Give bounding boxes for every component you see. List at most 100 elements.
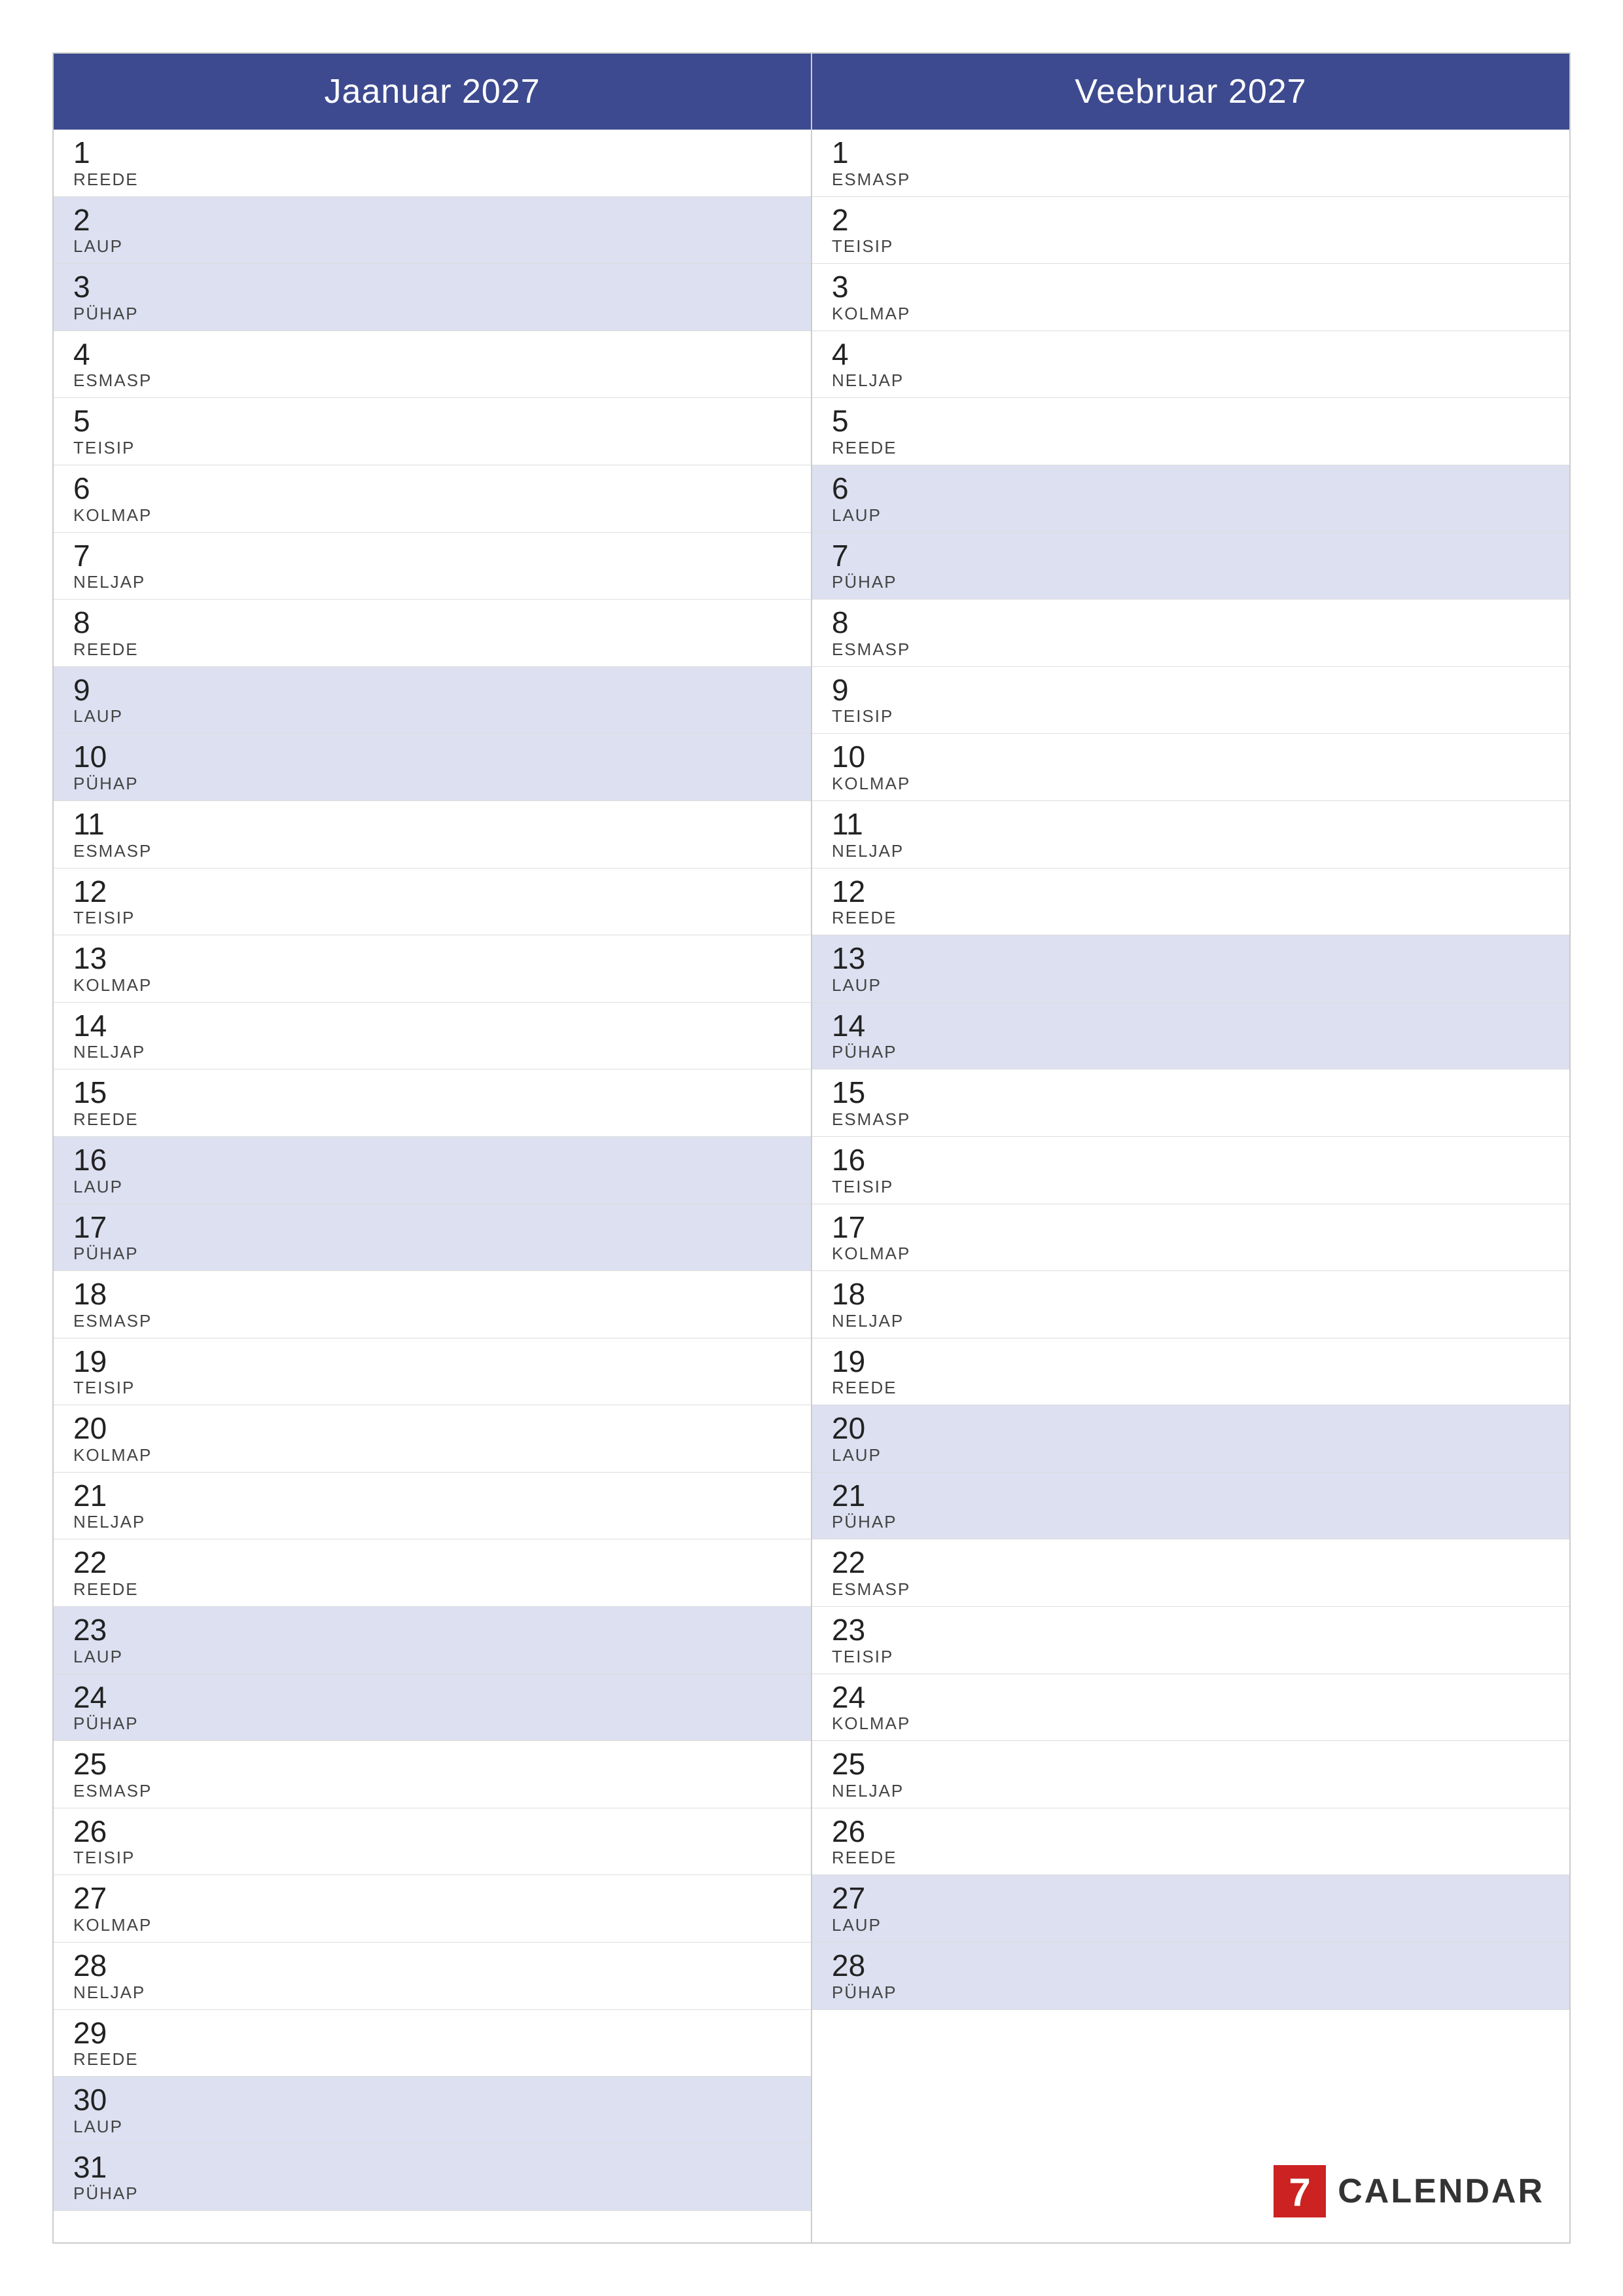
logo-text: CALENDAR — [1338, 2172, 1544, 2211]
day-name: TEISIP — [73, 438, 791, 458]
day-number: 5 — [73, 404, 791, 438]
day-name: ESMASP — [832, 1579, 1550, 1600]
day-row: 26TEISIP — [54, 1808, 811, 1876]
day-number: 3 — [73, 270, 791, 304]
days-list-1: 1REEDE2LAUP3PÜHAP4ESMASP5TEISIP6KOLMAP7N… — [54, 130, 811, 2242]
day-number: 1 — [832, 136, 1550, 170]
day-number: 31 — [73, 2151, 791, 2184]
day-row: 14NELJAP — [54, 1003, 811, 1070]
day-name: LAUP — [832, 1445, 1550, 1465]
day-number: 29 — [73, 2017, 791, 2050]
day-row: 4NELJAP — [812, 331, 1569, 399]
day-number: 25 — [832, 1748, 1550, 1781]
day-number: 7 — [73, 539, 791, 573]
day-name: TEISIP — [73, 1378, 791, 1398]
calendar-container: Jaanuar 20271REEDE2LAUP3PÜHAP4ESMASP5TEI… — [52, 52, 1571, 2244]
day-name: LAUP — [73, 706, 791, 726]
day-name: REEDE — [73, 170, 791, 190]
day-row: 17KOLMAP — [812, 1204, 1569, 1272]
day-number: 10 — [73, 740, 791, 774]
day-number: 19 — [832, 1345, 1550, 1378]
day-number: 2 — [73, 204, 791, 237]
day-row: 18ESMASP — [54, 1271, 811, 1338]
day-name: REEDE — [832, 1848, 1550, 1868]
day-name: NELJAP — [832, 1311, 1550, 1331]
day-number: 21 — [73, 1479, 791, 1513]
day-row: 3PÜHAP — [54, 264, 811, 331]
day-row: 7PÜHAP — [812, 533, 1569, 600]
day-row: 19TEISIP — [54, 1338, 811, 1406]
day-name: NELJAP — [832, 370, 1550, 391]
day-name: LAUP — [73, 2117, 791, 2137]
day-row: 10KOLMAP — [812, 734, 1569, 801]
day-name: LAUP — [73, 1177, 791, 1197]
day-row: 28PÜHAP — [812, 1943, 1569, 2010]
day-name: REEDE — [832, 1378, 1550, 1398]
day-name: KOLMAP — [832, 1713, 1550, 1734]
day-row: 12TEISIP — [54, 869, 811, 936]
day-name: LAUP — [73, 236, 791, 257]
day-name: LAUP — [73, 1647, 791, 1667]
day-row: 19REEDE — [812, 1338, 1569, 1406]
day-number: 13 — [832, 942, 1550, 975]
svg-text:7: 7 — [1289, 2170, 1311, 2214]
day-row: 29REEDE — [54, 2010, 811, 2077]
day-row: 13LAUP — [812, 935, 1569, 1003]
day-number: 24 — [73, 1681, 791, 1714]
day-name: LAUP — [832, 975, 1550, 996]
day-number: 14 — [73, 1009, 791, 1043]
day-name: KOLMAP — [73, 505, 791, 526]
day-row: 21NELJAP — [54, 1473, 811, 1540]
day-name: KOLMAP — [832, 774, 1550, 794]
month-header-1: Jaanuar 2027 — [54, 54, 811, 130]
day-name: LAUP — [832, 1915, 1550, 1935]
day-name: PÜHAP — [73, 2183, 791, 2204]
day-name: NELJAP — [73, 572, 791, 592]
day-row: 22REEDE — [54, 1539, 811, 1607]
day-row: 4ESMASP — [54, 331, 811, 399]
day-row: 28NELJAP — [54, 1943, 811, 2010]
day-name: REEDE — [832, 438, 1550, 458]
day-number: 8 — [73, 606, 791, 639]
day-number: 12 — [73, 875, 791, 908]
day-number: 17 — [73, 1211, 791, 1244]
day-row: 1REEDE — [54, 130, 811, 197]
day-name: REEDE — [73, 1579, 791, 1600]
day-row: 31PÜHAP — [54, 2144, 811, 2212]
day-number: 15 — [832, 1076, 1550, 1109]
day-number: 22 — [73, 1546, 791, 1579]
day-row: 23LAUP — [54, 1607, 811, 1674]
day-row: 6LAUP — [812, 465, 1569, 533]
day-name: TEISIP — [832, 706, 1550, 726]
day-number: 12 — [832, 875, 1550, 908]
day-row: 27LAUP — [812, 1875, 1569, 1943]
day-name: PÜHAP — [832, 1042, 1550, 1062]
day-row: 15REEDE — [54, 1069, 811, 1137]
day-name: KOLMAP — [73, 1445, 791, 1465]
day-number: 5 — [832, 404, 1550, 438]
logo-area: 7 CALENDAR — [1274, 2165, 1544, 2217]
day-number: 25 — [73, 1748, 791, 1781]
day-name: NELJAP — [73, 1982, 791, 2003]
day-number: 18 — [832, 1278, 1550, 1311]
day-number: 21 — [832, 1479, 1550, 1513]
day-number: 17 — [832, 1211, 1550, 1244]
day-name: PÜHAP — [73, 1244, 791, 1264]
day-name: ESMASP — [832, 170, 1550, 190]
day-row: 25NELJAP — [812, 1741, 1569, 1808]
day-number: 9 — [73, 673, 791, 707]
day-number: 2 — [832, 204, 1550, 237]
day-number: 16 — [73, 1143, 791, 1177]
day-name: KOLMAP — [73, 1915, 791, 1935]
month-col-1: Jaanuar 20271REEDE2LAUP3PÜHAP4ESMASP5TEI… — [54, 54, 812, 2242]
day-number: 8 — [832, 606, 1550, 639]
day-row: 8REEDE — [54, 600, 811, 667]
day-row: 9LAUP — [54, 667, 811, 734]
day-row: 24PÜHAP — [54, 1674, 811, 1742]
day-name: TEISIP — [832, 236, 1550, 257]
day-row: 26REEDE — [812, 1808, 1569, 1876]
day-row: 14PÜHAP — [812, 1003, 1569, 1070]
day-number: 4 — [73, 338, 791, 371]
day-name: NELJAP — [832, 841, 1550, 861]
day-number: 18 — [73, 1278, 791, 1311]
